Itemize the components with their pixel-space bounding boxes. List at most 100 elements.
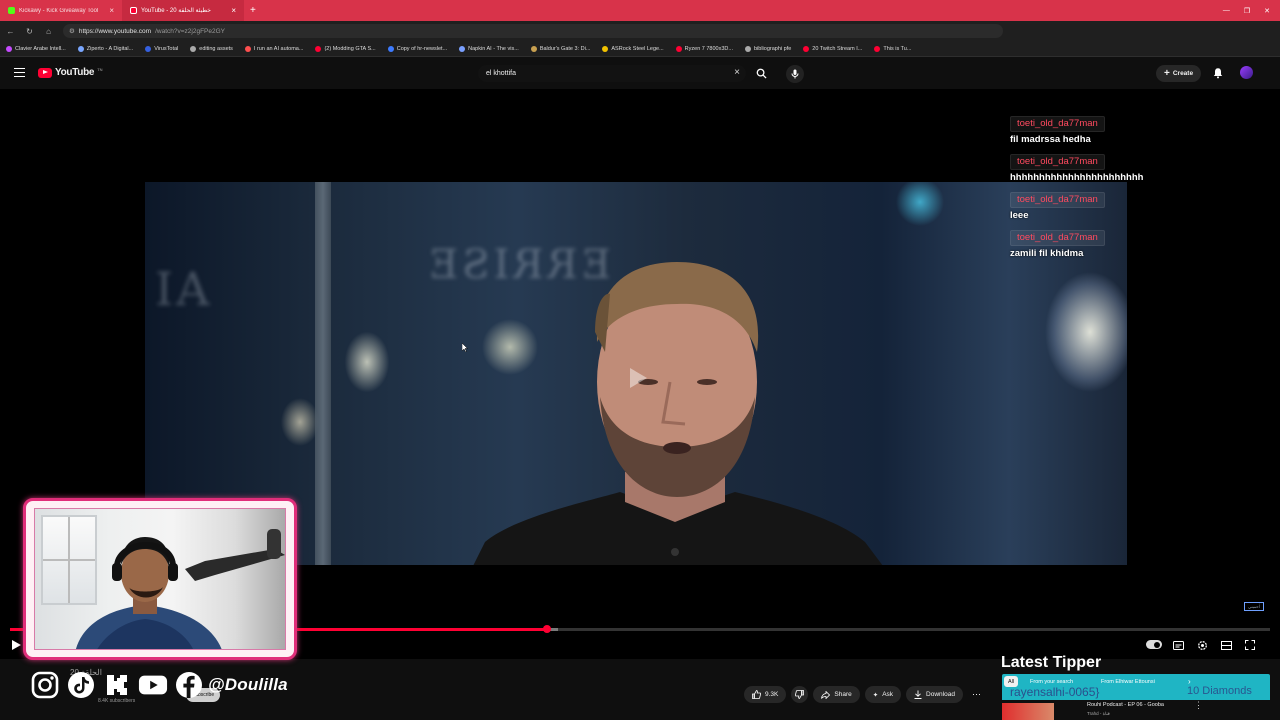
- more-options-icon[interactable]: ⋮: [1194, 700, 1203, 711]
- bookmark-item[interactable]: bibliographi pfe: [744, 45, 791, 52]
- download-icon: [914, 690, 922, 699]
- dislike-button[interactable]: [791, 686, 809, 703]
- theater-mode-button[interactable]: [1220, 638, 1232, 652]
- bookmark-favicon-icon: [675, 45, 682, 52]
- kick-favicon-icon: [8, 7, 15, 14]
- sparkle-icon: ✦: [872, 691, 879, 699]
- close-tab-icon[interactable]: ×: [109, 6, 114, 15]
- social-links: @Doulilla: [30, 670, 288, 700]
- bookmark-item[interactable]: Clavier Arabe Intell...: [6, 45, 66, 52]
- gear-icon: [1197, 640, 1207, 650]
- menu-icon[interactable]: [14, 68, 25, 77]
- microphone-icon: [791, 69, 799, 79]
- fullscreen-button[interactable]: [1244, 638, 1256, 652]
- center-play-icon[interactable]: [628, 367, 648, 389]
- recommended-video[interactable]: Rouhi Podcast - EP 06 - Gooba Trahd - قن…: [1002, 700, 1270, 720]
- address-bar-row: ← ↻ ⌂ ⚙ https://www.youtube.com/watch?v=…: [0, 21, 1280, 41]
- download-button[interactable]: Download: [906, 686, 963, 703]
- bookmark-item[interactable]: ASRock Steel Lege...: [602, 45, 664, 52]
- bookmark-item[interactable]: Ziperto - A Digital...: [77, 45, 134, 52]
- back-icon[interactable]: ←: [6, 27, 15, 36]
- bookmark-favicon-icon: [874, 45, 881, 52]
- fullscreen-icon: [1245, 640, 1255, 650]
- bookmark-item[interactable]: Ryzen 7 7800x3D...: [675, 45, 733, 52]
- chat-username: toeti_old_da77man: [1010, 230, 1105, 246]
- man-in-video-illustration: [473, 262, 883, 565]
- bookmark-item[interactable]: (2) Modding GTA S...: [315, 45, 376, 52]
- ask-button[interactable]: ✦ Ask: [864, 686, 902, 703]
- reload-icon[interactable]: ↻: [25, 27, 34, 36]
- bookmark-item[interactable]: VirusTotal: [145, 45, 179, 52]
- subtitles-icon: [1172, 640, 1184, 650]
- share-button[interactable]: Share: [813, 686, 860, 703]
- browser-tab-bar: Kickawy - Kick Giveaway Tool × YouTube -…: [0, 0, 1280, 21]
- chat-message: toeti_old_da77man fil madrssa hedha: [1010, 113, 1200, 145]
- mouse-cursor-icon: [462, 343, 468, 352]
- bookmark-item[interactable]: This is Tu...: [874, 45, 911, 52]
- theater-mode-icon: [1220, 640, 1232, 650]
- autoplay-toggle[interactable]: [1146, 640, 1162, 649]
- bookmark-item[interactable]: Copy of hr-newslet...: [387, 45, 447, 52]
- bookmark-label: Ziperto - A Digital...: [86, 45, 134, 52]
- bookmark-item[interactable]: 20 Twitch Stream I...: [803, 45, 863, 52]
- recommended-title: Rouhi Podcast - EP 06 - Gooba: [1087, 702, 1164, 708]
- more-actions-icon[interactable]: ⋯: [968, 686, 985, 703]
- youtube-wordmark: YouTube: [55, 67, 95, 78]
- bookmark-label: I run an AI automa...: [253, 45, 304, 52]
- new-tab-icon[interactable]: +: [244, 5, 262, 16]
- account-avatar[interactable]: [1240, 66, 1253, 79]
- create-label: Create: [1172, 70, 1194, 77]
- bookmark-label: editing assets: [199, 45, 233, 52]
- channel-watermark[interactable]: أحميني: [1244, 602, 1264, 611]
- bookmark-item[interactable]: Baldur's Gate 3: Di...: [530, 45, 591, 52]
- search-value: el khottifa: [486, 70, 516, 77]
- notifications-bell-icon[interactable]: [1212, 67, 1224, 79]
- clear-search-icon[interactable]: ×: [734, 67, 740, 78]
- thumbs-up-icon: [752, 690, 761, 699]
- bookmark-item[interactable]: editing assets: [190, 45, 233, 52]
- streamer-handle: @Doulilla: [208, 675, 288, 694]
- chat-message: toeti_old_da77man hhhhhhhhhhhhhhhhhhhhhhh: [1010, 151, 1200, 183]
- home-icon[interactable]: ⌂: [44, 27, 53, 36]
- bookmark-label: 20 Twitch Stream I...: [812, 45, 863, 52]
- bookmark-label: Ryzen 7 7800x3D...: [684, 45, 733, 52]
- bookmark-favicon-icon: [602, 45, 609, 52]
- create-button[interactable]: + Create: [1156, 65, 1202, 82]
- webcam-overlay: [23, 498, 297, 660]
- url-host: https://www.youtube.com: [78, 27, 152, 35]
- close-window-icon[interactable]: ✕: [1264, 7, 1270, 15]
- site-info-icon[interactable]: ⚙: [69, 27, 75, 35]
- bookmark-item[interactable]: Napkin AI - The vis...: [459, 45, 519, 52]
- close-tab-icon[interactable]: ×: [231, 6, 236, 15]
- voice-search-button[interactable]: [786, 65, 804, 83]
- search-input[interactable]: el khottifa ×: [478, 65, 746, 82]
- share-icon: [821, 690, 831, 699]
- url-field[interactable]: ⚙ https://www.youtube.com/watch?v=z2j2gF…: [63, 24, 1003, 38]
- bookmark-item[interactable]: I run an AI automa...: [244, 45, 304, 52]
- progress-scrubber[interactable]: [542, 625, 551, 633]
- bookmark-label: Baldur's Gate 3: Di...: [539, 45, 591, 52]
- recommended-thumbnail[interactable]: [1002, 703, 1054, 720]
- browser-tab-active[interactable]: YouTube - 20 خطيئة الحلقة ×: [122, 0, 244, 21]
- maximize-icon[interactable]: ❐: [1244, 7, 1250, 15]
- youtube-logo[interactable]: YouTube TN: [38, 67, 103, 78]
- download-label: Download: [926, 691, 955, 698]
- subtitles-button[interactable]: [1172, 638, 1184, 652]
- chat-message: toeti_old_da77man zamili fil khidma: [1010, 227, 1200, 259]
- bookmark-favicon-icon: [803, 45, 810, 52]
- minimize-icon[interactable]: —: [1223, 7, 1230, 15]
- streamer-illustration: [76, 529, 285, 649]
- chip-from-channel[interactable]: From Elhiwar Ettounsi: [1097, 676, 1159, 687]
- instagram-icon: [30, 670, 60, 700]
- search-button[interactable]: [751, 65, 771, 82]
- background-column: [315, 182, 331, 565]
- settings-button[interactable]: [1196, 638, 1208, 652]
- youtube-play-logo-icon: [38, 67, 52, 78]
- bookmark-label: (2) Modding GTA S...: [324, 45, 376, 52]
- url-path: /watch?v=z2j2gFPe2GY: [155, 27, 226, 35]
- browser-tab[interactable]: Kickawy - Kick Giveaway Tool ×: [0, 0, 122, 21]
- bookmark-label: VirusTotal: [154, 45, 179, 52]
- play-icon[interactable]: [12, 640, 21, 650]
- like-count: 9.3K: [765, 691, 779, 698]
- like-button[interactable]: 9.3K: [744, 686, 787, 703]
